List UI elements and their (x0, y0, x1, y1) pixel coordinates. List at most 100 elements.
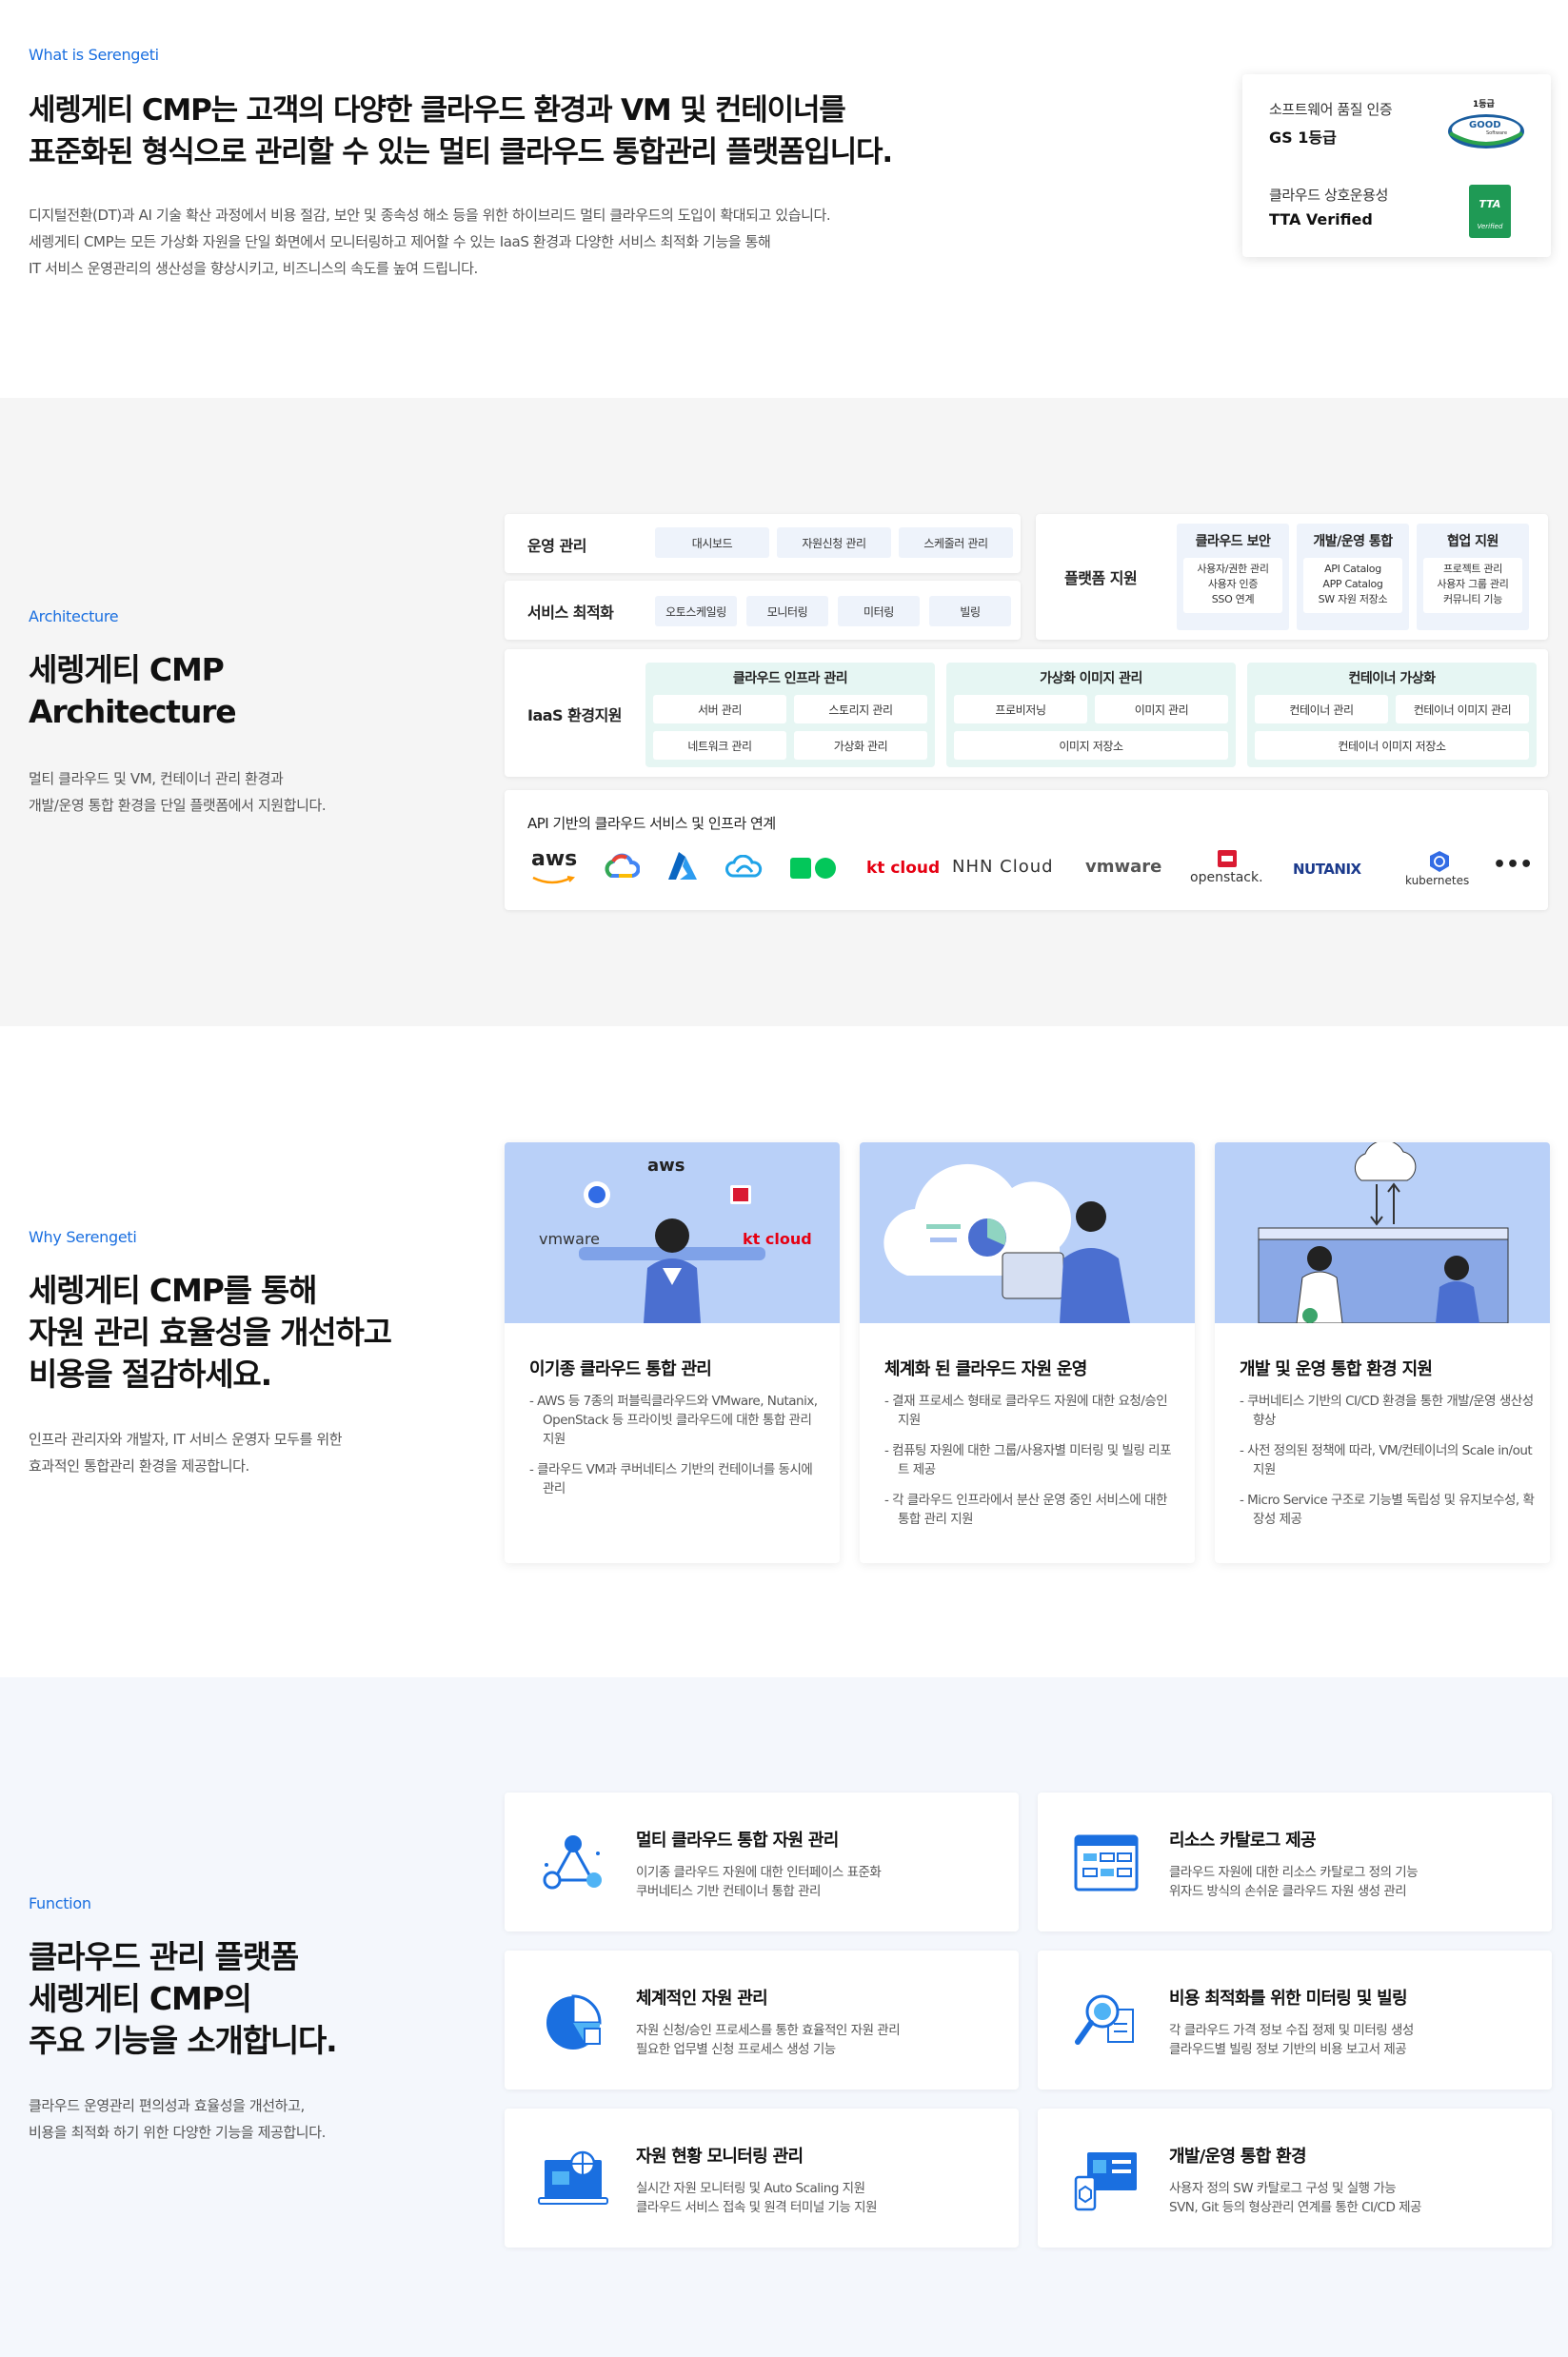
why-title-line2: 자원 관리 효율성을 개선하고 (29, 1314, 392, 1351)
kubernetes-icon (1430, 851, 1449, 872)
more-logos-icon[interactable]: ••• (1493, 853, 1533, 877)
why-card-item: - 각 클라우드 인프라에서 분산 운영 중인 서비스에 대한 통합 관리 지원 (884, 1493, 1167, 1527)
devops-icon (1074, 2152, 1137, 2211)
naver-cloud-logo (725, 855, 763, 878)
platform-group-collaboration: 협업 지원 프로젝트 관리 사용자 그룹 관리 커뮤니티 기능 (1417, 524, 1529, 630)
intro-section: What is Serengeti 세렝게티 CMP는 고객의 다양한 클라우드… (0, 0, 1568, 398)
infra-item-network: 네트워크 관리 (653, 731, 786, 760)
platform-group-body: 프로젝트 관리 사용자 그룹 관리 커뮤니티 기능 (1423, 558, 1522, 613)
arch-desc-line1: 멀티 클라우드 및 VM, 컨테이너 관리 환경과 (29, 770, 284, 787)
intro-title: 세렝게티 CMP는 고객의 다양한 클라우드 환경과 VM 및 컨테이너를 표준… (29, 89, 893, 173)
gs-certification: 소프트웨어 품질 인증 GS 1등급 1등급 GOOD Software (1269, 99, 1526, 166)
why-card-item: - 사전 정의된 정책에 따라, VM/컨테이너의 Scale in/out 지… (1240, 1443, 1533, 1477)
illustration-vmware-label: vmware (539, 1230, 601, 1248)
architecture-title-line1: 세렝게티 CMP (29, 651, 225, 688)
why-card-item: - 클라우드 VM과 쿠버네티스 기반의 컨테이너를 동시에 관리 (529, 1462, 813, 1496)
container-item-management: 컨테이너 관리 (1255, 695, 1388, 723)
iaas-image-title: 가상화 이미지 관리 (1040, 671, 1142, 686)
platform-group-title: 클라우드 보안 (1195, 534, 1271, 549)
intro-description: 디지털전환(DT)과 AI 기술 확산 과정에서 비용 절감, 보안 및 종속성… (29, 202, 831, 282)
why-card-item: - 컴퓨팅 자원에 대한 그룹/사용자별 미터링 및 빌링 리포트 제공 (884, 1443, 1172, 1477)
devops-illustration (1215, 1142, 1550, 1324)
iaas-label: IaaS 환경지원 (527, 706, 623, 724)
openstack-icon (1218, 850, 1237, 867)
function-title: 클라우드 관리 플랫폼 세렝게티 CMP의 주요 기능을 소개합니다. (29, 1936, 338, 2062)
certification-badge-panel: 소프트웨어 품질 인증 GS 1등급 1등급 GOOD Software 클라우… (1242, 74, 1551, 257)
why-card-multi-cloud: aws vmware kt cloud 이기종 클라우드 통합 관리 - AWS… (505, 1142, 840, 1563)
gs-good-software-logo: 1등급 GOOD Software (1446, 100, 1526, 152)
iaas-infra-group: 클라우드 인프라 관리 서버 관리 스토리지 관리 네트워크 관리 가상화 관리 (645, 663, 935, 767)
ops-item-scheduler: 스케줄러 관리 (899, 527, 1013, 558)
function-eyebrow: Function (29, 1894, 91, 1912)
why-card-list: - 결재 프로세스 형태로 클라우드 자원에 대한 요청/승인 지원 - 컴퓨팅… (884, 1392, 1180, 1540)
iaas-infra-title: 클라우드 인프라 관리 (732, 671, 848, 686)
network-icon (543, 1835, 602, 1890)
nutanix-logo: NUTANIX (1293, 861, 1361, 878)
iaas-support-panel: IaaS 환경지원 클라우드 인프라 관리 서버 관리 스토리지 관리 네트워크… (505, 649, 1548, 777)
platform-group-security: 클라우드 보안 사용자/권한 관리 사용자 인증 SSO 연계 (1177, 524, 1289, 630)
architecture-eyebrow: Architecture (29, 607, 119, 625)
arch-desc-line2: 개발/운영 통합 환경을 단일 플랫폼에서 지원합니다. (29, 797, 327, 814)
illustration-aws-label: aws (647, 1156, 685, 1176)
intro-desc-line2: 세렝게티 CMP는 모든 가상화 자원을 단일 화면에서 모니터링하고 제어할 … (29, 233, 771, 250)
why-card-item: - Micro Service 구조로 기능별 독립성 및 유지보수성, 확장성… (1240, 1493, 1535, 1527)
architecture-title: 세렝게티 CMP Architecture (29, 649, 237, 733)
why-card-devops: 개발 및 운영 통합 환경 지원 - 쿠버네티스 기반의 CI/CD 환경을 통… (1215, 1142, 1550, 1563)
platform-support-panel: 플랫폼 지원 클라우드 보안 사용자/권한 관리 사용자 인증 SSO 연계 개발/… (1036, 514, 1548, 640)
svc-item-autoscaling: 오토스케일링 (655, 596, 737, 626)
container-item-image-repository: 컨테이너 이미지 저장소 (1255, 731, 1529, 760)
function-card-desc: 실시간 자원 모니터링 및 Auto Scaling 지원 클라우드 서비스 접속… (636, 2181, 878, 2215)
google-cloud-logo (605, 853, 640, 878)
architecture-title-line2: Architecture (29, 693, 237, 730)
function-card-title: 비용 최적화를 위한 미터링 및 빌링 (1169, 1989, 1408, 2009)
function-card-title: 개발/운영 통합 환경 (1169, 2147, 1307, 2167)
platform-group-title: 개발/운영 통합 (1313, 534, 1393, 549)
intro-title-line2: 표준화된 형식으로 관리할 수 있는 멀티 클라우드 통합관리 플랫폼입니다. (29, 135, 893, 169)
azure-logo (668, 852, 697, 880)
function-card-systematic-resource: 체계적인 자원 관리 자원 신청/승인 프로세스를 통한 효율적인 자원 관리 필… (505, 1951, 1019, 2090)
tta-certification: 클라우드 상호운용성 TTA Verified TTA Verified (1269, 185, 1526, 251)
aws-smile-icon (532, 876, 575, 884)
function-title-line1: 클라우드 관리 플랫폼 (29, 1938, 299, 1975)
function-card-resource-catalog: 리소스 카탈로그 제공 클라우드 자원에 대한 리소스 카탈로그 정의 기능 위자… (1038, 1793, 1552, 1931)
why-card-title: 체계화 된 클라우드 자원 운영 (884, 1359, 1087, 1379)
infra-item-storage: 스토리지 관리 (794, 695, 927, 723)
service-optimization-row: 서비스 최적화 오토스케일링 모니터링 미터링 빌링 (505, 581, 1021, 640)
kt-cloud-logo: kt cloud (866, 859, 941, 878)
why-card-list: - AWS 등 7종의 퍼블릭클라우드와 VMware, Nutanix, Op… (529, 1392, 824, 1510)
function-desc-line1: 클라우드 운영관리 편의성과 효율성을 개선하고, (29, 2097, 305, 2114)
architecture-description: 멀티 클라우드 및 VM, 컨테이너 관리 환경과 개발/운영 통합 환경을 단… (29, 765, 327, 819)
function-card-title: 자원 현황 모니터링 관리 (636, 2147, 804, 2167)
iaas-container-title: 컨테이너 가상화 (1348, 671, 1436, 686)
function-card-title: 리소스 카탈로그 제공 (1169, 1831, 1317, 1851)
why-card-item: - 쿠버네티스 기반의 CI/CD 환경을 통한 개발/운영 생산성 향상 (1240, 1394, 1534, 1428)
kubernetes-logo: kubernetes (1405, 874, 1470, 887)
image-item-provisioning: 프로비저닝 (954, 695, 1087, 723)
function-card-title: 멀티 클라우드 통합 자원 관리 (636, 1831, 839, 1851)
function-card-desc: 클라우드 자원에 대한 리소스 카탈로그 정의 기능 위자드 방식의 손쉬운 클라… (1169, 1865, 1419, 1899)
why-desc-line1: 인프라 관리자와 개발자, IT 서비스 운영자 모두를 위한 (29, 1431, 343, 1448)
resource-operations-illustration (860, 1142, 1195, 1323)
operations-management-row: 운영 관리 대시보드 자원신청 관리 스케줄러 관리 (505, 514, 1021, 573)
why-eyebrow: Why Serengeti (29, 1228, 137, 1246)
function-card-devops: 개발/운영 통합 환경 사용자 정의 SW 카탈로그 구성 및 실행 가능 SVN… (1038, 2109, 1552, 2248)
why-card-title: 이기종 클라우드 통합 관리 (529, 1359, 712, 1379)
platform-group-body: API Catalog APP Catalog SW 자원 저장소 (1303, 558, 1402, 613)
why-card-item: - AWS 등 7종의 퍼블릭클라우드와 VMware, Nutanix, Op… (529, 1394, 818, 1447)
monitor-globe-icon (538, 2150, 608, 2205)
function-card-desc: 이기종 클라우드 자원에 대한 인터페이스 표준화 쿠버네티스 기반 컨테이너 통… (636, 1865, 882, 1899)
intro-title-line1: 세렝게티 CMP는 고객의 다양한 클라우드 환경과 VM 및 컨테이너를 (29, 93, 846, 128)
container-item-image-management: 컨테이너 이미지 관리 (1396, 695, 1529, 723)
svc-label: 서비스 최적화 (527, 604, 614, 622)
why-card-item: - 결재 프로세스 형태로 클라우드 자원에 대한 요청/승인 지원 (884, 1394, 1168, 1428)
why-card-list: - 쿠버네티스 기반의 CI/CD 환경을 통한 개발/운영 생산성 향상 - … (1240, 1392, 1535, 1540)
billing-search-icon (1075, 1994, 1134, 2045)
platform-group-devops: 개발/운영 통합 API Catalog APP Catalog SW 자원 저장소 (1297, 524, 1409, 630)
function-title-line3: 주요 기능을 소개합니다. (29, 2022, 338, 2059)
illustration-ktcloud-label: kt cloud (743, 1230, 812, 1248)
why-card-resource-operations: 체계화 된 클라우드 자원 운영 - 결재 프로세스 형태로 클라우드 자원에 … (860, 1142, 1195, 1563)
catalog-icon (1074, 1834, 1139, 1892)
why-description: 인프라 관리자와 개발자, IT 서비스 운영자 모두를 위한 효과적인 통합관… (29, 1426, 343, 1479)
function-card-title: 체계적인 자원 관리 (636, 1989, 768, 2009)
intro-eyebrow: What is Serengeti (29, 46, 159, 64)
